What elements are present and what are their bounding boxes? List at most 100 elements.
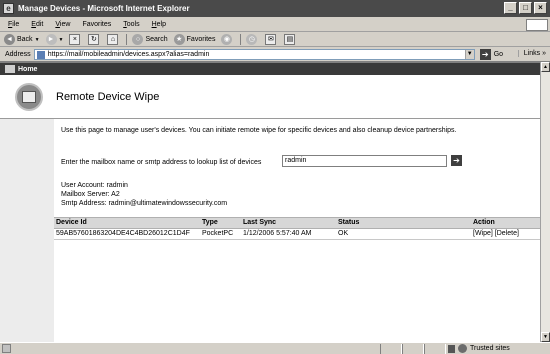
status-panel xyxy=(380,343,402,354)
window-controls: _ □ × xyxy=(504,2,547,14)
page-icon xyxy=(36,50,45,59)
menu-favorites[interactable]: Favorites xyxy=(82,21,111,28)
refresh-button[interactable]: ↻ xyxy=(88,34,101,45)
search-label: Search xyxy=(145,36,168,43)
menu-file[interactable]: File xyxy=(8,21,19,28)
security-zone: Trusted sites xyxy=(448,344,510,353)
user-info: User Account: radmin Mailbox Server: A2 … xyxy=(61,181,227,208)
back-label: Back xyxy=(17,36,33,43)
windows-logo-icon xyxy=(526,19,548,31)
forward-dropdown-icon[interactable]: ▼ xyxy=(59,37,64,43)
smtp-address: Smtp Address: radmin@ultimatewindowssecu… xyxy=(61,200,228,207)
mail-icon: ✉ xyxy=(265,34,277,45)
favorites-star-icon: ★ xyxy=(173,34,185,45)
forward-arrow-icon: ► xyxy=(45,34,57,45)
media-button[interactable]: ◉ xyxy=(221,34,234,45)
main-panel: Use this page to manage user's devices. … xyxy=(54,119,540,343)
trusted-sites-icon xyxy=(458,344,467,353)
go-button[interactable]: ➔ Go xyxy=(479,49,504,60)
mail-button[interactable]: ✉ xyxy=(265,34,278,45)
page-header: Remote Device Wipe xyxy=(0,75,540,119)
header-status: Status xyxy=(338,219,360,226)
menu-help[interactable]: Help xyxy=(152,21,166,28)
address-url: https://mail/mobileadmin/devices.aspx?al… xyxy=(47,51,210,58)
status-panel xyxy=(402,343,424,354)
delete-link[interactable]: [Delete] xyxy=(495,230,519,237)
table-row: 59AB57601863204DE4C4BD26012C1D4F PocketP… xyxy=(54,229,540,240)
lookup-go-button[interactable]: ➔ xyxy=(451,155,462,166)
header-last-sync: Last Sync xyxy=(243,219,277,226)
type-cell: PocketPC xyxy=(202,230,234,237)
go-label: Go xyxy=(493,51,504,58)
address-label: Address xyxy=(5,51,31,58)
close-button[interactable]: × xyxy=(534,2,547,14)
home-button[interactable]: ⌂ xyxy=(107,34,120,45)
address-bar: Address https://mail/mobileadmin/devices… xyxy=(0,48,550,62)
standard-toolbar: ◄ Back ▼ ► ▼ × ↻ ⌂ ○ Search ★ Favorites … xyxy=(0,33,550,47)
action-cell: [Wipe] [Delete] xyxy=(473,230,519,237)
toolbar-separator xyxy=(240,34,242,45)
window-title-bar: e Manage Devices - Microsoft Internet Ex… xyxy=(0,0,550,17)
back-button[interactable]: ◄ Back ▼ xyxy=(4,34,40,45)
vertical-scrollbar[interactable]: ▲ ▼ xyxy=(540,62,550,342)
refresh-icon: ↻ xyxy=(88,34,100,45)
toolbar-separator xyxy=(126,34,128,45)
lock-icon xyxy=(448,344,455,353)
mailbox-server: Mailbox Server: A2 xyxy=(61,191,120,198)
header-type: Type xyxy=(202,219,218,226)
remote-wipe-icon xyxy=(15,82,43,111)
links-button[interactable]: Links » xyxy=(517,50,546,57)
table-header: Device Id Type Last Sync Status Action xyxy=(54,217,540,229)
maximize-button[interactable]: □ xyxy=(519,2,532,14)
scroll-down-icon[interactable]: ▼ xyxy=(541,332,550,342)
search-icon: ○ xyxy=(132,34,144,45)
content-area: Use this page to manage user's devices. … xyxy=(0,119,540,343)
print-button[interactable]: ▤ xyxy=(284,34,297,45)
home-icon: ⌂ xyxy=(107,34,119,45)
device-id-cell: 59AB57601863204DE4C4BD26012C1D4F xyxy=(56,230,190,237)
top-nav-bar: Home xyxy=(0,63,540,75)
address-input[interactable]: https://mail/mobileadmin/devices.aspx?al… xyxy=(33,49,475,60)
last-sync-cell: 1/12/2006 5:57:40 AM xyxy=(243,230,312,237)
status-cell: OK xyxy=(338,230,349,237)
history-icon: ◷ xyxy=(246,34,258,45)
history-button[interactable]: ◷ xyxy=(246,34,259,45)
go-arrow-icon: ➔ xyxy=(479,49,491,60)
menu-edit[interactable]: Edit xyxy=(31,21,43,28)
mailbox-lookup-input[interactable]: radmin xyxy=(282,155,447,167)
scroll-up-icon[interactable]: ▲ xyxy=(541,62,550,72)
forward-button[interactable]: ► ▼ xyxy=(45,34,64,45)
favorites-button[interactable]: ★ Favorites xyxy=(173,34,216,45)
header-device-id: Device Id xyxy=(56,219,87,226)
user-account: User Account: radmin xyxy=(61,182,128,189)
status-bar: Trusted sites xyxy=(0,342,550,354)
media-icon: ◉ xyxy=(221,34,233,45)
stop-button[interactable]: × xyxy=(69,34,82,45)
home-nav-icon xyxy=(5,65,15,73)
window-title: Manage Devices - Microsoft Internet Expl… xyxy=(18,4,190,13)
address-dropdown-icon[interactable]: ▼ xyxy=(464,50,474,59)
devices-table: Device Id Type Last Sync Status Action 5… xyxy=(54,217,540,240)
page-description: Use this page to manage user's devices. … xyxy=(61,127,457,134)
stop-icon: × xyxy=(69,34,81,45)
search-button[interactable]: ○ Search xyxy=(132,34,168,45)
menu-bar: File Edit View Favorites Tools Help xyxy=(0,18,550,32)
minimize-button[interactable]: _ xyxy=(504,2,517,14)
favorites-label: Favorites xyxy=(186,36,216,43)
wipe-link[interactable]: [Wipe] xyxy=(473,230,493,237)
ie-icon: e xyxy=(3,3,14,14)
back-dropdown-icon[interactable]: ▼ xyxy=(35,37,40,43)
print-icon: ▤ xyxy=(284,34,296,45)
lookup-label: Enter the mailbox name or smtp address t… xyxy=(61,159,262,166)
back-arrow-icon: ◄ xyxy=(4,34,15,45)
page-title: Remote Device Wipe xyxy=(56,90,160,103)
links-chevron-icon: » xyxy=(542,50,546,57)
menu-view[interactable]: View xyxy=(55,21,70,28)
header-action: Action xyxy=(473,219,495,226)
menu-tools[interactable]: Tools xyxy=(123,21,139,28)
zone-label: Trusted sites xyxy=(470,345,510,352)
home-link[interactable]: Home xyxy=(18,66,37,73)
status-panel xyxy=(424,343,446,354)
page-viewport: Home Remote Device Wipe Use this page to… xyxy=(0,62,540,343)
page-status-icon xyxy=(2,344,11,353)
